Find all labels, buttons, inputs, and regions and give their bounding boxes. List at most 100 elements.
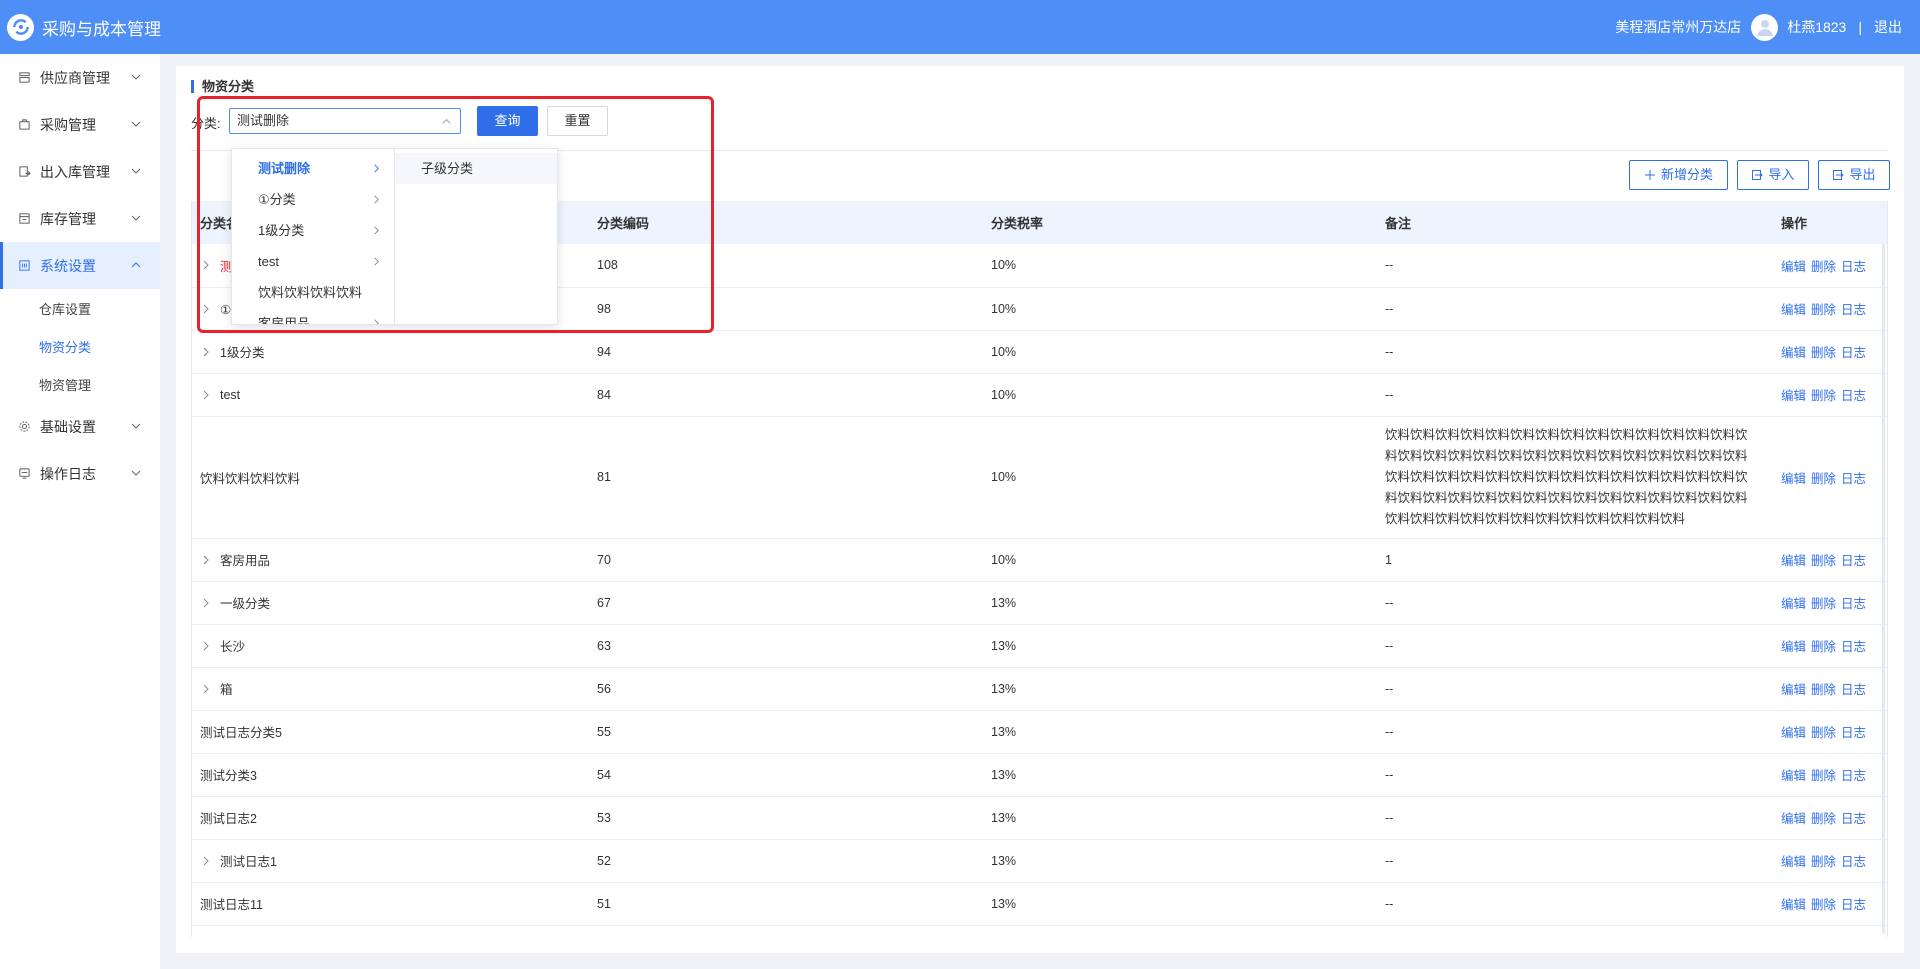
edit-link[interactable]: 编辑 xyxy=(1781,554,1806,568)
cascader-option[interactable]: 子级分类 xyxy=(395,153,557,184)
table-row[interactable]: 饮料饮料饮料饮料 81 10% 饮料饮料饮料饮料饮料饮料饮料饮料饮料饮料饮料饮料饮料饮… xyxy=(192,416,1887,539)
expand-row-icon[interactable] xyxy=(200,855,212,867)
edit-link[interactable]: 编辑 xyxy=(1781,726,1806,740)
add-category-button[interactable]: 新增分类 xyxy=(1629,160,1728,190)
reset-button[interactable]: 重置 xyxy=(547,106,608,136)
table-row[interactable]: ces23725%--编辑删除日志 xyxy=(192,925,1887,937)
table-row[interactable]: 1级分类 94 10% -- 编辑 删除 日志 xyxy=(192,330,1887,374)
table-row[interactable]: test 84 10% -- 编辑 删除 日志 xyxy=(192,373,1887,417)
log-link[interactable]: 日志 xyxy=(1841,346,1866,360)
log-link[interactable]: 日志 xyxy=(1841,303,1866,317)
sidebar-item-operation-log[interactable]: 操作日志 xyxy=(0,450,160,497)
delete-link[interactable]: 删除 xyxy=(1811,346,1836,360)
edit-link[interactable]: 编辑 xyxy=(1781,640,1806,654)
sidebar-item-inventory-io[interactable]: 出入库管理 xyxy=(0,148,160,195)
delete-link[interactable]: 删除 xyxy=(1811,683,1836,697)
user-name[interactable]: 杜燕1823 xyxy=(1787,17,1846,37)
log-link[interactable]: 日志 xyxy=(1841,554,1866,568)
sidebar-item-purchase[interactable]: 采购管理 xyxy=(0,101,160,148)
cell-rate: 13% xyxy=(983,581,1377,625)
user-avatar-icon[interactable] xyxy=(1751,13,1779,41)
delete-link[interactable]: 删除 xyxy=(1811,726,1836,740)
edit-link[interactable]: 编辑 xyxy=(1781,303,1806,317)
export-button[interactable]: 导出 xyxy=(1818,160,1890,190)
table-row[interactable]: 一级分类 67 13% -- 编辑 删除 日志 xyxy=(192,581,1887,625)
log-link[interactable]: 日志 xyxy=(1841,855,1866,869)
cascader-option[interactable]: test xyxy=(232,246,394,277)
edit-link[interactable]: 编辑 xyxy=(1781,260,1806,274)
cascader-option[interactable]: 客房用品 xyxy=(232,308,394,324)
sidebar-item-system-settings[interactable]: 系统设置 xyxy=(0,242,160,289)
logout-link[interactable]: 退出 xyxy=(1874,17,1902,37)
delete-link[interactable]: 删除 xyxy=(1811,472,1836,486)
expand-row-icon[interactable] xyxy=(200,554,212,566)
supplier-icon xyxy=(18,71,31,84)
edit-link[interactable]: 编辑 xyxy=(1781,812,1806,826)
sidebar-subitem-material-management[interactable]: 物资管理 xyxy=(0,365,160,403)
store-name[interactable]: 美程酒店常州万达店 xyxy=(1615,17,1741,37)
table-row[interactable]: 客房用品 70 10% 1 编辑 删除 日志 xyxy=(192,538,1887,582)
table-row[interactable]: 测试日志1 52 13% -- 编辑 删除 日志 xyxy=(192,839,1887,883)
purchase-icon xyxy=(18,118,31,131)
log-link[interactable]: 日志 xyxy=(1841,812,1866,826)
table-row[interactable]: 测试日志11 51 13% -- 编辑 删除 日志 xyxy=(192,882,1887,926)
delete-link[interactable]: 删除 xyxy=(1811,389,1836,403)
sidebar-item-supplier[interactable]: 供应商管理 xyxy=(0,54,160,101)
cascader-option[interactable]: 1级分类 xyxy=(232,215,394,246)
table-row[interactable]: 测试日志2 53 13% -- 编辑 删除 日志 xyxy=(192,796,1887,840)
cell-code: 67 xyxy=(589,581,983,625)
query-button[interactable]: 查询 xyxy=(477,106,538,136)
sidebar-subitem-material-category[interactable]: 物资分类 xyxy=(0,327,160,365)
expand-row-icon[interactable] xyxy=(200,683,212,695)
expand-row-icon[interactable] xyxy=(200,259,212,271)
edit-link[interactable]: 编辑 xyxy=(1781,683,1806,697)
edit-link[interactable]: 编辑 xyxy=(1781,346,1806,360)
delete-link[interactable]: 删除 xyxy=(1811,898,1836,912)
delete-link[interactable]: 删除 xyxy=(1811,554,1836,568)
category-cascader-input[interactable]: 测试删除 xyxy=(229,108,461,134)
expand-row-icon[interactable] xyxy=(200,640,212,652)
delete-link[interactable]: 删除 xyxy=(1811,260,1836,274)
delete-link[interactable]: 删除 xyxy=(1811,597,1836,611)
edit-link[interactable]: 编辑 xyxy=(1781,769,1806,783)
log-link[interactable]: 日志 xyxy=(1841,640,1866,654)
delete-link[interactable]: 删除 xyxy=(1811,769,1836,783)
category-name: 饮料饮料饮料饮料 xyxy=(200,471,301,486)
expand-row-icon[interactable] xyxy=(200,597,212,609)
expand-row-icon[interactable] xyxy=(200,303,212,315)
log-link[interactable]: 日志 xyxy=(1841,769,1866,783)
log-link[interactable]: 日志 xyxy=(1841,472,1866,486)
edit-link[interactable]: 编辑 xyxy=(1781,389,1806,403)
log-icon xyxy=(18,467,31,480)
table-row[interactable]: 测试日志分类5 55 13% -- 编辑 删除 日志 xyxy=(192,710,1887,754)
delete-link[interactable]: 删除 xyxy=(1811,303,1836,317)
table-row[interactable]: 长沙 63 13% -- 编辑 删除 日志 xyxy=(192,624,1887,668)
import-button[interactable]: 导入 xyxy=(1737,160,1809,190)
edit-link[interactable]: 编辑 xyxy=(1781,855,1806,869)
cascader-option[interactable]: 饮料饮料饮料饮料 xyxy=(232,277,394,308)
expand-row-icon[interactable] xyxy=(200,346,212,358)
cell-code: 55 xyxy=(589,710,983,754)
table-row[interactable]: 测试分类3 54 13% -- 编辑 删除 日志 xyxy=(192,753,1887,797)
import-icon xyxy=(1752,170,1764,180)
delete-link[interactable]: 删除 xyxy=(1811,640,1836,654)
log-link[interactable]: 日志 xyxy=(1841,597,1866,611)
table-scrollbar[interactable] xyxy=(1882,244,1885,934)
cascader-option[interactable]: ①分类 xyxy=(232,184,394,215)
sidebar-subitem-warehouse[interactable]: 仓库设置 xyxy=(0,289,160,327)
delete-link[interactable]: 删除 xyxy=(1811,855,1836,869)
table-row[interactable]: 箱 56 13% -- 编辑 删除 日志 xyxy=(192,667,1887,711)
delete-link[interactable]: 删除 xyxy=(1811,812,1836,826)
edit-link[interactable]: 编辑 xyxy=(1781,898,1806,912)
expand-row-icon[interactable] xyxy=(200,389,212,401)
cascader-option[interactable]: 测试删除 xyxy=(232,153,394,184)
sidebar-item-basic-settings[interactable]: 基础设置 xyxy=(0,403,160,450)
edit-link[interactable]: 编辑 xyxy=(1781,472,1806,486)
edit-link[interactable]: 编辑 xyxy=(1781,597,1806,611)
log-link[interactable]: 日志 xyxy=(1841,389,1866,403)
log-link[interactable]: 日志 xyxy=(1841,683,1866,697)
log-link[interactable]: 日志 xyxy=(1841,260,1866,274)
log-link[interactable]: 日志 xyxy=(1841,898,1866,912)
sidebar-item-stock[interactable]: 库存管理 xyxy=(0,195,160,242)
log-link[interactable]: 日志 xyxy=(1841,726,1866,740)
